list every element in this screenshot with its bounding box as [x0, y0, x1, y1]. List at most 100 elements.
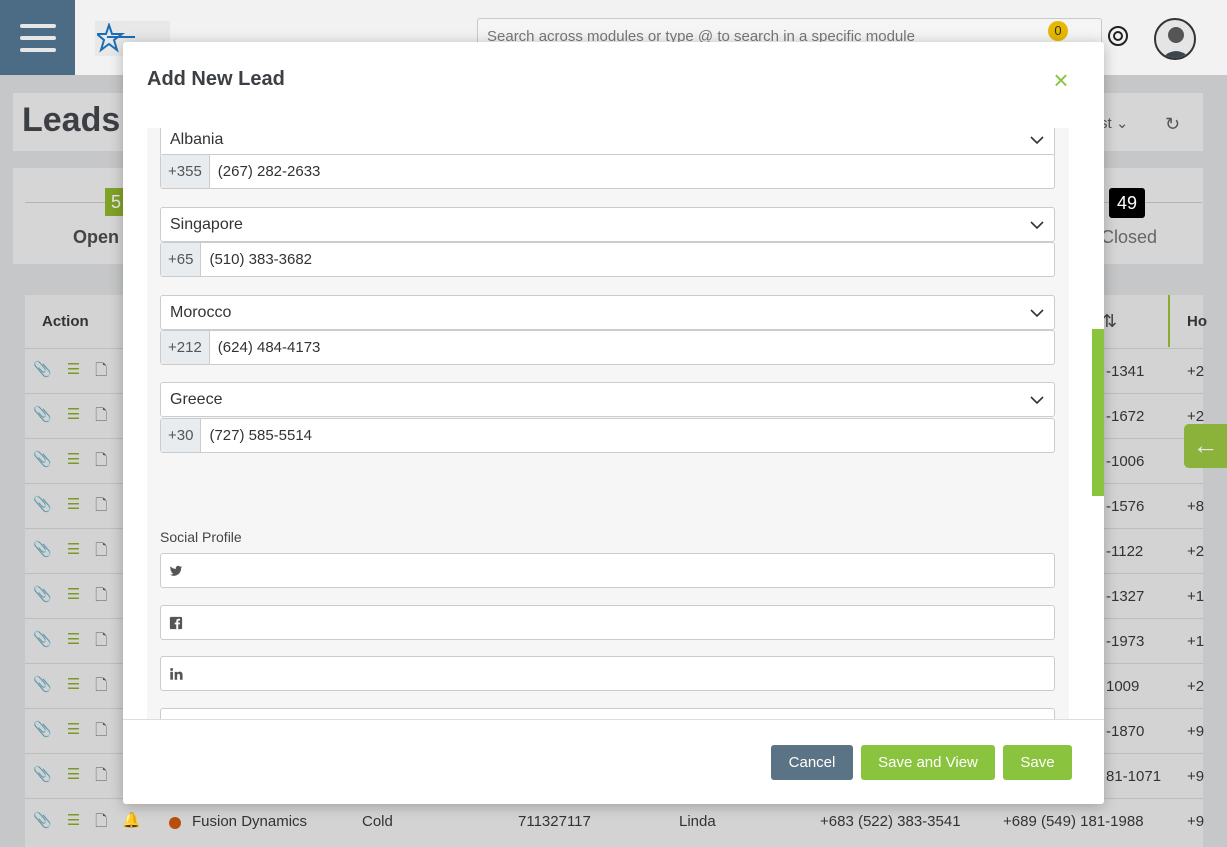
- twitter-icon: [169, 565, 183, 576]
- instagram-input[interactable]: [160, 708, 1055, 719]
- table-cell-status: Cold: [362, 813, 393, 830]
- tasks-icon[interactable]: ☰: [67, 450, 80, 475]
- tasks-icon[interactable]: ☰: [67, 540, 80, 565]
- chevron-down-icon: [1030, 395, 1044, 404]
- bell-icon[interactable]: 🔔: [122, 811, 141, 836]
- cancel-button[interactable]: Cancel: [771, 745, 853, 780]
- closed-stage[interactable]: Closed: [1101, 227, 1157, 248]
- page-title: Leads: [22, 101, 121, 139]
- tasks-icon[interactable]: ☰: [67, 675, 80, 700]
- closed-count-badge: 49: [1109, 188, 1145, 218]
- close-icon[interactable]: ×: [1049, 67, 1073, 93]
- attachment-icon[interactable]: 📎: [33, 630, 52, 655]
- document-icon[interactable]: 🗋: [95, 675, 107, 700]
- modal-scrollbar[interactable]: [1092, 329, 1104, 496]
- tasks-icon[interactable]: ☰: [67, 630, 80, 655]
- attachment-icon[interactable]: 📎: [33, 540, 52, 565]
- table-cell-partial: +2: [1187, 408, 1205, 425]
- attachment-icon[interactable]: 📎: [33, 360, 52, 385]
- country-select[interactable]: Morocco: [160, 295, 1055, 330]
- refresh-icon[interactable]: ↻: [1165, 114, 1180, 135]
- document-icon[interactable]: 🗋: [95, 720, 107, 745]
- modal-title: Add New Lead: [147, 68, 285, 90]
- menu-icon-bar: [19, 47, 56, 52]
- open-count-badge: 5: [105, 188, 125, 216]
- save-button[interactable]: Save: [1003, 745, 1072, 780]
- row-actions: 📎 ☰ 🗋: [33, 765, 107, 790]
- dial-code: +65: [161, 243, 202, 276]
- table-cell-phone: -1973: [1106, 633, 1145, 650]
- document-icon[interactable]: 🗋: [95, 630, 107, 655]
- modal-form-body: Albania +355 (267) 282-2633 Singapore +6…: [147, 128, 1069, 719]
- column-header-partial: Ho: [1187, 313, 1207, 330]
- phone-input[interactable]: (727) 585-5514: [201, 419, 1054, 452]
- menu-button[interactable]: [0, 0, 75, 75]
- table-cell-phone: -1006: [1106, 453, 1145, 470]
- tasks-icon[interactable]: ☰: [67, 765, 80, 790]
- row-actions: 📎 ☰ 🗋: [33, 720, 107, 745]
- open-stage[interactable]: Open: [73, 227, 119, 248]
- row-actions: 📎 ☰ 🗋 🔔: [33, 811, 141, 836]
- column-resize-handle[interactable]: [1168, 295, 1170, 347]
- table-cell-partial: +1: [1187, 633, 1205, 650]
- tasks-icon[interactable]: ☰: [67, 720, 80, 745]
- phone-input[interactable]: (267) 282-2633: [210, 155, 1054, 188]
- facebook-icon: [169, 616, 183, 629]
- attachment-icon[interactable]: 📎: [33, 495, 52, 520]
- document-icon[interactable]: 🗋: [95, 360, 107, 385]
- tasks-icon[interactable]: ☰: [67, 405, 80, 430]
- chevron-down-icon: [1030, 135, 1044, 144]
- country-select[interactable]: Singapore: [160, 207, 1055, 242]
- attachment-icon[interactable]: 📎: [33, 811, 52, 836]
- tasks-icon[interactable]: ☰: [67, 585, 80, 610]
- table-cell-partial: +1: [1187, 588, 1205, 605]
- row-actions: 📎 ☰ 🗋: [33, 585, 107, 610]
- phone-input[interactable]: (624) 484-4173: [210, 331, 1054, 364]
- status-dot: [169, 817, 181, 829]
- country-select[interactable]: Greece: [160, 382, 1055, 417]
- attachment-icon[interactable]: 📎: [33, 675, 52, 700]
- document-icon[interactable]: 🗋: [95, 765, 107, 790]
- tasks-icon[interactable]: ☰: [67, 360, 80, 385]
- list-view-dropdown[interactable]: st ⌄: [1100, 114, 1128, 132]
- modal-footer-divider: [123, 719, 1104, 720]
- country-select[interactable]: Albania: [160, 128, 1055, 157]
- sort-icon[interactable]: ⇅: [1102, 311, 1117, 332]
- table-cell-phone: -1870: [1106, 723, 1145, 740]
- attachment-icon[interactable]: 📎: [33, 405, 52, 430]
- document-icon[interactable]: 🗋: [95, 405, 107, 430]
- table-cell-phone-2: +689 (549) 181-1988: [1003, 813, 1144, 830]
- document-icon[interactable]: 🗋: [95, 811, 107, 836]
- menu-icon-bar: [19, 35, 56, 40]
- row-actions: 📎 ☰ 🗋: [33, 495, 107, 520]
- notification-badge[interactable]: 0: [1048, 21, 1068, 41]
- document-icon[interactable]: 🗋: [95, 495, 107, 520]
- tasks-icon[interactable]: ☰: [67, 811, 80, 836]
- document-icon[interactable]: 🗋: [95, 450, 107, 475]
- linkedin-icon: [170, 667, 183, 680]
- phone-field: +355 (267) 282-2633: [160, 154, 1055, 189]
- dial-code: +212: [161, 331, 210, 364]
- document-icon[interactable]: 🗋: [95, 540, 107, 565]
- attachment-icon[interactable]: 📎: [33, 585, 52, 610]
- linkedin-input[interactable]: [160, 656, 1055, 691]
- document-icon[interactable]: 🗋: [95, 585, 107, 610]
- user-avatar[interactable]: [1154, 18, 1196, 60]
- save-and-view-button[interactable]: Save and View: [861, 745, 995, 780]
- tasks-icon[interactable]: ☰: [67, 495, 80, 520]
- twitter-input[interactable]: [160, 553, 1055, 588]
- row-actions: 📎 ☰ 🗋: [33, 675, 107, 700]
- attachment-icon[interactable]: 📎: [33, 720, 52, 745]
- facebook-input[interactable]: [160, 605, 1055, 640]
- table-cell-partial: +2: [1187, 543, 1205, 560]
- social-profile-label: Social Profile: [160, 529, 242, 545]
- side-panel-toggle[interactable]: ←: [1184, 424, 1227, 468]
- country-value: Singapore: [170, 215, 243, 233]
- help-icon[interactable]: [1107, 25, 1129, 47]
- country-value: Albania: [170, 130, 224, 148]
- attachment-icon[interactable]: 📎: [33, 765, 52, 790]
- table-cell-company[interactable]: Fusion Dynamics: [192, 813, 307, 830]
- table-cell-id: 711327117: [518, 813, 591, 830]
- phone-input[interactable]: (510) 383-3682: [201, 243, 1054, 276]
- attachment-icon[interactable]: 📎: [33, 450, 52, 475]
